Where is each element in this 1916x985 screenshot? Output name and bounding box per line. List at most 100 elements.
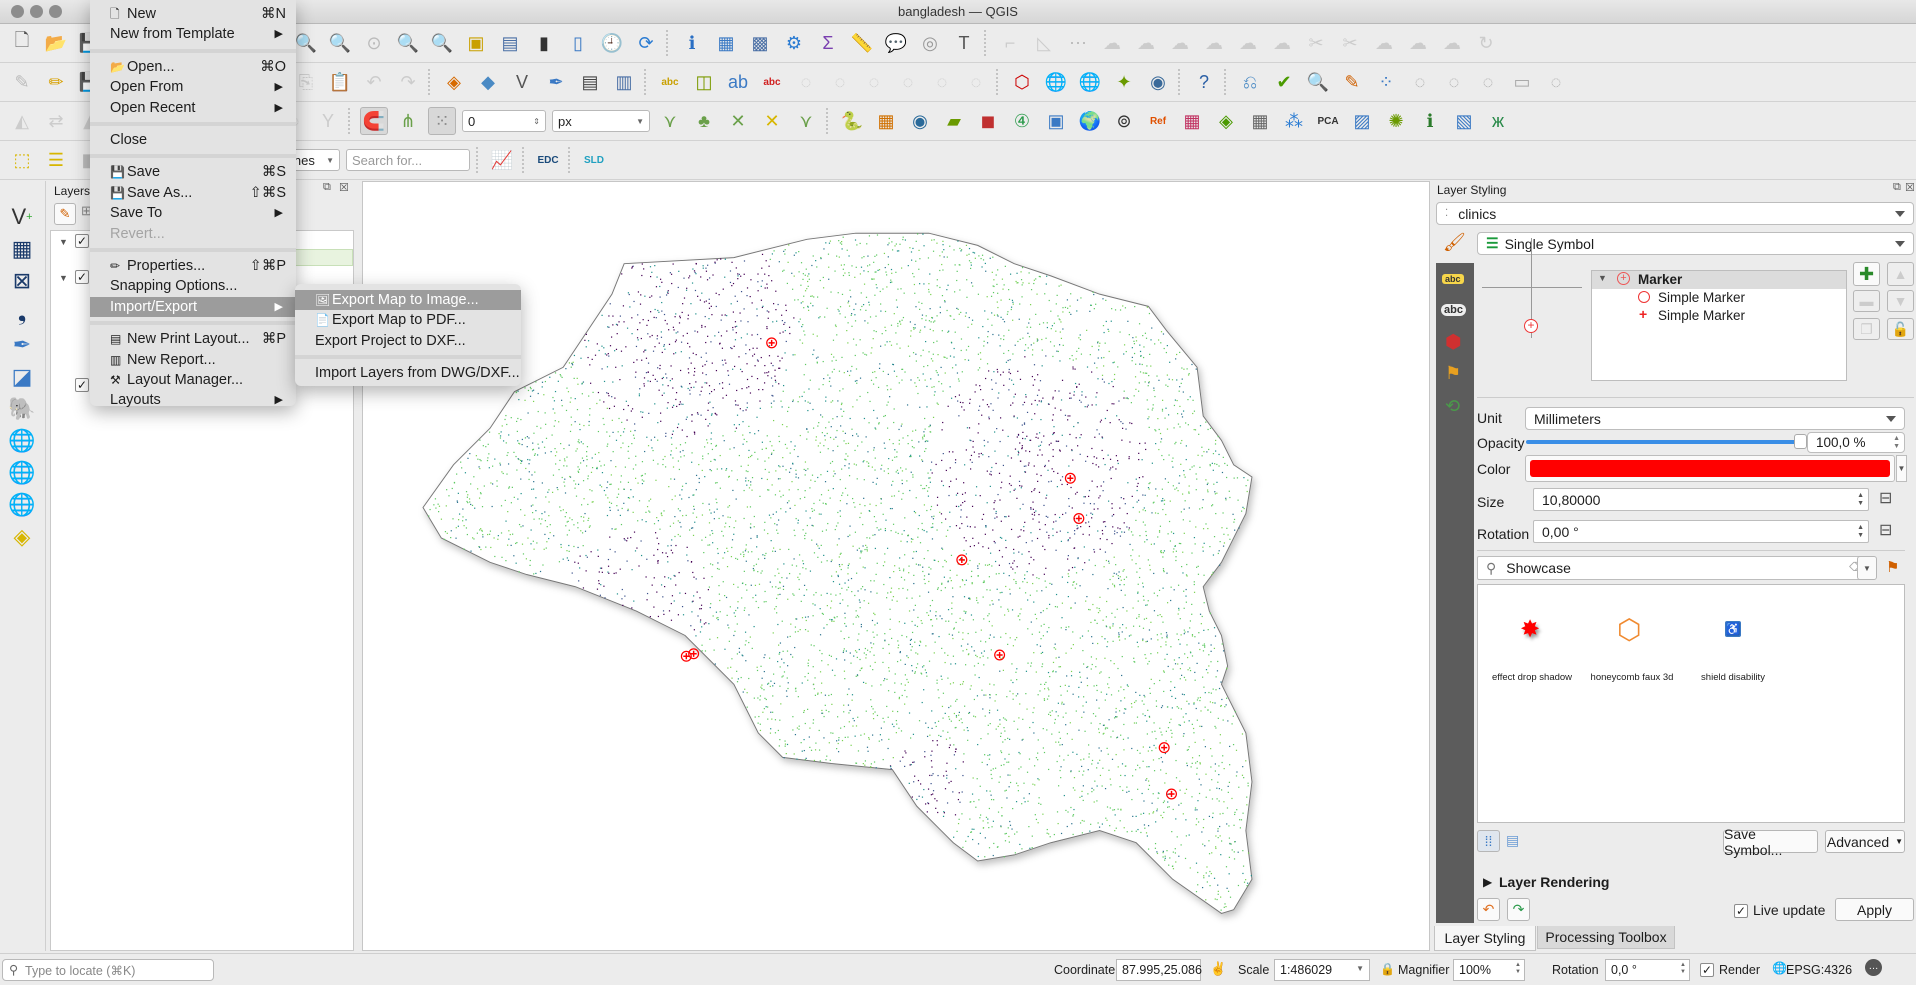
digitize-2-icon[interactable]: ◺ [1030, 29, 1058, 57]
digitize-7-icon[interactable]: ☁ [1200, 29, 1228, 57]
chevron-down-icon[interactable]: ▼ [326, 156, 334, 165]
add-raster-layer-icon[interactable]: ▦ [6, 233, 38, 265]
digitize-6-icon[interactable]: ☁ [1166, 29, 1194, 57]
paste-icon[interactable]: 📋 [326, 68, 354, 96]
digitize-1-icon[interactable]: ⌐ [996, 29, 1024, 57]
label-rotate-icon[interactable]: ◌ [826, 68, 854, 96]
plugin-frame-icon[interactable]: ▣ [1042, 107, 1070, 135]
toolbar-separator[interactable] [476, 147, 482, 173]
digitize-13-icon[interactable]: ☁ [1404, 29, 1432, 57]
label-tool-icon[interactable]: abc [656, 68, 684, 96]
add-geopackage-icon[interactable]: ✒ [6, 329, 38, 361]
label-pin-icon[interactable]: ◫ [690, 68, 718, 96]
georef-icon[interactable]: ⬡ [1008, 68, 1036, 96]
trace-icon[interactable]: ⋎ [656, 107, 684, 135]
add-wfs-icon[interactable]: 🌐 [6, 457, 38, 489]
plugin-ref-icon[interactable]: Ref [1144, 107, 1172, 135]
refresh-icon[interactable]: ⟳ [632, 29, 660, 57]
digitize-8-icon[interactable]: ☁ [1234, 29, 1262, 57]
profile-chart-icon[interactable]: 📈 [488, 146, 516, 174]
toolbar-separator[interactable] [568, 147, 574, 173]
raster-align-icon[interactable]: 🌐 [1076, 68, 1104, 96]
label-show-icon[interactable]: ab [724, 68, 752, 96]
copy-icon[interactable]: ⎘ [292, 68, 320, 96]
zoom-next-icon[interactable]: 🔍 [428, 29, 456, 57]
add-postgis-icon[interactable]: 🐘 [6, 393, 38, 425]
select-by-location-icon[interactable]: ◎ [916, 29, 944, 57]
layer-checkbox[interactable]: ✓ [75, 270, 89, 284]
sld-icon[interactable]: SLD [580, 146, 608, 174]
map-canvas[interactable] [362, 181, 1430, 951]
shape-1-icon[interactable]: ◌ [1406, 68, 1434, 96]
plugin-chart-icon[interactable]: ▨ [1348, 107, 1376, 135]
select-features-icon[interactable]: ⬚ [8, 146, 36, 174]
advanced-digitize-1-icon[interactable]: ◭ [8, 107, 36, 135]
new-project-icon[interactable]: 🗋 [8, 29, 36, 57]
toolbar-separator[interactable] [522, 147, 528, 173]
toolbar-separator[interactable] [348, 108, 354, 134]
select-attribute-icon[interactable]: ☰ [42, 146, 70, 174]
plugin-gear-icon[interactable]: ✺ [1382, 107, 1410, 135]
undock-icon[interactable]: ⧉ [323, 181, 331, 194]
plugin-info-icon[interactable]: ℹ [1416, 107, 1444, 135]
map-tips-icon[interactable]: 💬 [882, 29, 910, 57]
toolbar-separator[interactable] [1224, 69, 1230, 95]
toggle-editing-icon[interactable]: ✎ [8, 68, 36, 96]
digitize-5-icon[interactable]: ☁ [1132, 29, 1160, 57]
plugin-binoculars-icon[interactable]: ⊚ [1110, 107, 1138, 135]
plugin-4-icon[interactable]: ④ [1008, 107, 1036, 135]
label-9-icon[interactable]: ◌ [962, 68, 990, 96]
chevron-down-icon[interactable]: ▼ [636, 117, 644, 126]
add-wms-icon[interactable]: 🌐 [6, 425, 38, 457]
snapping-type-icon[interactable]: ⁙ [428, 107, 456, 135]
map-view[interactable] [363, 182, 1429, 950]
undo-icon[interactable]: ↶ [360, 68, 388, 96]
toolbar-separator[interactable] [666, 30, 672, 56]
intersection-icon[interactable]: ✕ [724, 107, 752, 135]
snapping-more-icon[interactable]: ⋎ [792, 107, 820, 135]
close-panel-icon[interactable]: ☒ [339, 181, 349, 194]
label-change-icon[interactable]: ◌ [860, 68, 888, 96]
check-icon[interactable]: ✔ [1270, 68, 1298, 96]
zoom-last-icon[interactable]: 🔍 [394, 29, 422, 57]
snapping-units-combo[interactable]: px ▼ [552, 110, 650, 132]
new-3d-view-icon[interactable]: ▤ [496, 29, 524, 57]
plugin-red-icon[interactable]: ◼ [974, 107, 1002, 135]
layer-checkbox[interactable]: ✓ [75, 378, 89, 392]
search-input[interactable]: Search for... [346, 149, 470, 171]
plugin-network-icon[interactable]: ⁂ [1280, 107, 1308, 135]
new-shapefile-icon[interactable]: ▥ [610, 68, 638, 96]
layer-checkbox[interactable]: ✓ [75, 234, 89, 248]
digitize-11-icon[interactable]: ✂ [1336, 29, 1364, 57]
digitize-4-icon[interactable]: ☁ [1098, 29, 1126, 57]
advanced-digitize-2-icon[interactable]: ⇄ [42, 107, 70, 135]
digitize-15-icon[interactable]: ↻ [1472, 29, 1500, 57]
shape-3-icon[interactable]: ◌ [1474, 68, 1502, 96]
plugin-grid-icon[interactable]: ▦ [872, 107, 900, 135]
new-virtual-layer-icon[interactable]: V [508, 68, 536, 96]
gps-icon[interactable]: ▤ [576, 68, 604, 96]
python-icon[interactable]: 🐍 [838, 107, 866, 135]
digitize-10-icon[interactable]: ✂ [1302, 29, 1330, 57]
plugin-earth-icon[interactable]: 🌍 [1076, 107, 1104, 135]
plugin-table-icon[interactable]: ▦ [1246, 107, 1274, 135]
digitize-12-icon[interactable]: ☁ [1370, 29, 1398, 57]
bookmark-icon[interactable]: ▮ [530, 29, 558, 57]
attribute-table-icon[interactable]: ▦ [712, 29, 740, 57]
toolbar-separator[interactable] [644, 69, 650, 95]
shape-4-icon[interactable]: ▭ [1508, 68, 1536, 96]
plugin-icon[interactable]: ✦ [1110, 68, 1138, 96]
zoom-to-layer-icon[interactable]: 🔍 [326, 29, 354, 57]
temporal-controller-icon[interactable]: 🕘 [598, 29, 626, 57]
edc-icon[interactable]: EDC [534, 146, 562, 174]
identify-icon[interactable]: ℹ [678, 29, 706, 57]
self-snap-icon[interactable]: ✕ [758, 107, 786, 135]
field-calculator-icon[interactable]: ▩ [746, 29, 774, 57]
add-spatialite-icon[interactable]: ◪ [6, 361, 38, 393]
add-mesh-layer-icon[interactable]: ⊠ [6, 265, 38, 297]
current-edits-icon[interactable]: ✏ [42, 68, 70, 96]
toolbar-separator[interactable] [996, 69, 1002, 95]
toolbar-separator[interactable] [1178, 69, 1184, 95]
network-icon[interactable]: ⎌ [1236, 68, 1264, 96]
expand-arrow-icon[interactable]: ▼ [59, 273, 68, 283]
